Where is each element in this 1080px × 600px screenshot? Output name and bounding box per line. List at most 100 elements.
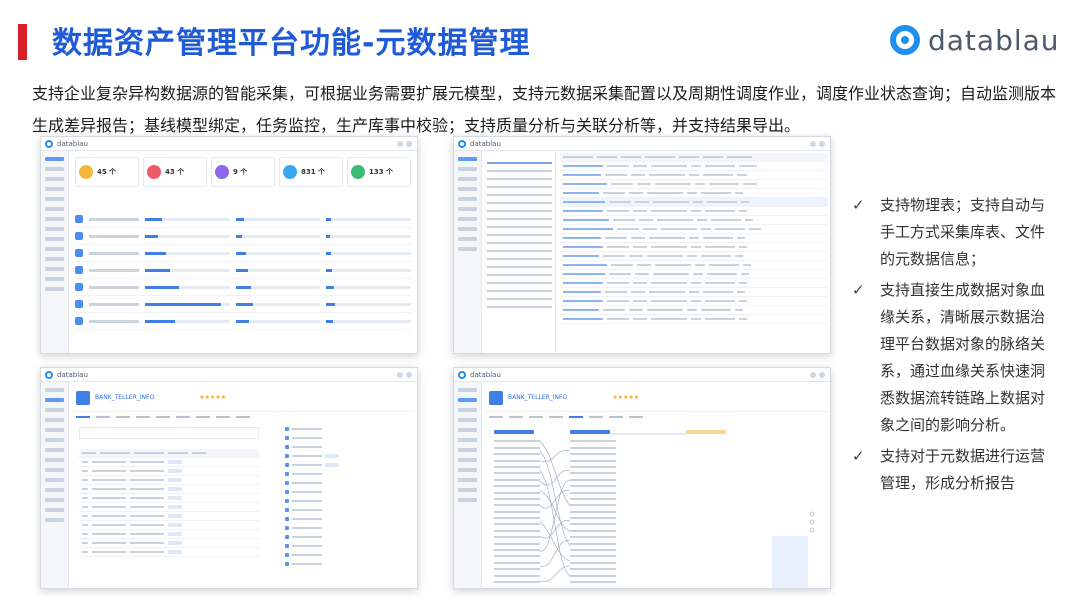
directory-tree <box>484 153 556 351</box>
table-row <box>79 548 259 557</box>
checklist-text: 支持对于元数据进行运营管理，形成分析报告 <box>880 447 1046 492</box>
checklist-text: 支持直接生成数据对象血缘关系，清晰展示数据治理平台数据对象的脉络关系，通过血缘关… <box>880 281 1046 434</box>
datablau-logo-icon <box>890 25 920 55</box>
rating-stars: ★★★★★ <box>612 394 640 401</box>
list-item <box>75 313 412 330</box>
screenshot-lineage: datablau BANK_TELLER_INFO ★★★★★ <box>453 367 831 589</box>
list-item <box>75 279 412 296</box>
table-main <box>484 153 828 351</box>
list-item <box>75 245 412 262</box>
list-item <box>75 211 412 228</box>
screenshot-brand: datablau <box>470 139 501 148</box>
user-icon <box>397 140 403 147</box>
brand-logo-icon <box>45 370 53 379</box>
screenshot-sidebar <box>41 151 69 353</box>
check-icon: ✓ <box>852 196 865 214</box>
lineage-graph <box>494 426 822 588</box>
detail-header: BANK_TELLER_INFO ★★★★★ <box>71 384 415 412</box>
screenshot-sidebar <box>454 382 482 588</box>
user-icon <box>397 371 403 378</box>
brand-logo-icon <box>458 370 466 379</box>
screenshot-sidebar <box>41 382 69 588</box>
list-item: ✓ 支持物理表；支持自动与手工方式采集库表、文件的元数据信息； <box>852 192 1052 273</box>
table-row <box>560 207 828 216</box>
checklist-text: 支持物理表；支持自动与手工方式采集库表、文件的元数据信息； <box>880 196 1046 268</box>
brand-logo-icon <box>458 139 466 148</box>
title-accent-bar <box>18 24 27 60</box>
table-row <box>560 198 828 207</box>
stat-card-value: 831 个 <box>301 168 326 176</box>
brand-logo: datablau <box>890 18 1060 62</box>
table-row <box>560 315 828 324</box>
table-row <box>560 270 828 279</box>
list-item <box>75 228 412 245</box>
screenshot-brand: datablau <box>470 370 501 379</box>
table-row <box>79 530 259 539</box>
check-icon: ✓ <box>852 281 865 299</box>
table-row <box>79 467 259 476</box>
table-row <box>560 189 828 198</box>
table-name: BANK_TELLER_INFO <box>508 394 568 401</box>
table-row <box>560 225 828 234</box>
stat-card-icon <box>215 165 229 179</box>
detail-tabs <box>71 412 415 421</box>
stat-cards: 45 个 43 个 9 个 831 个 133 个 <box>71 153 415 191</box>
user-icon <box>810 371 816 378</box>
stat-card-icon <box>79 165 93 179</box>
settings-icon <box>819 140 825 147</box>
table-row <box>560 171 828 180</box>
list-item <box>75 262 412 279</box>
settings-icon <box>819 371 825 378</box>
settings-icon <box>406 140 412 147</box>
table-row <box>560 234 828 243</box>
screenshot-brand: datablau <box>57 139 88 148</box>
stat-card: 9 个 <box>211 157 275 187</box>
lineage-links <box>539 433 815 588</box>
stat-card-value: 43 个 <box>165 168 185 176</box>
table-icon <box>76 390 90 405</box>
stat-card: 43 个 <box>143 157 207 187</box>
datasource-list <box>71 209 415 332</box>
screenshot-dashboard: datablau 45 个 43 个 9 个 831 个 133 个 <box>40 136 418 354</box>
check-icon: ✓ <box>852 447 865 465</box>
table-row <box>79 494 259 503</box>
screenshot-topbar: datablau <box>41 137 417 151</box>
screenshot-metadata-table: datablau <box>453 136 831 354</box>
description-text: 支持企业复杂异构数据源的智能采集，可根据业务需要扩展元模型，支持元数据采集配置以… <box>32 84 1057 135</box>
user-icon <box>810 140 816 147</box>
screenshot-topbar: datablau <box>454 368 830 382</box>
table-row <box>560 297 828 306</box>
stat-card-icon <box>351 165 365 179</box>
list-item: ✓ 支持对于元数据进行运营管理，形成分析报告 <box>852 443 1052 497</box>
table-row <box>560 306 828 315</box>
settings-icon <box>406 371 412 378</box>
list-item <box>75 296 412 313</box>
table-row <box>560 288 828 297</box>
screenshot-topbar: datablau <box>41 368 417 382</box>
stat-card: 831 个 <box>279 157 343 187</box>
stat-card-value: 9 个 <box>233 168 248 176</box>
screenshot-brand: datablau <box>57 370 88 379</box>
stat-card-icon <box>283 165 297 179</box>
brand-name: datablau <box>928 23 1060 57</box>
stat-card-icon <box>147 165 161 179</box>
table-row <box>560 261 828 270</box>
detail-main: BANK_TELLER_INFO ★★★★★ <box>71 384 415 586</box>
table-row <box>79 512 259 521</box>
stat-card: 133 个 <box>347 157 411 187</box>
screenshot-topbar: datablau <box>454 137 830 151</box>
table-row <box>560 162 828 171</box>
page-title: 数据资产管理平台功能-元数据管理 <box>52 26 531 61</box>
table-row <box>79 539 259 548</box>
table-icon <box>489 390 503 405</box>
table-row <box>560 243 828 252</box>
table-row <box>79 485 259 494</box>
table-row <box>560 216 828 225</box>
properties-panel <box>285 424 375 568</box>
metadata-table <box>560 153 828 324</box>
table-row <box>79 476 259 485</box>
table-row <box>560 279 828 288</box>
stat-card-value: 133 个 <box>369 168 394 176</box>
stat-card: 45 个 <box>75 157 139 187</box>
feature-checklist: ✓ 支持物理表；支持自动与手工方式采集库表、文件的元数据信息； ✓ 支持直接生成… <box>852 192 1052 501</box>
